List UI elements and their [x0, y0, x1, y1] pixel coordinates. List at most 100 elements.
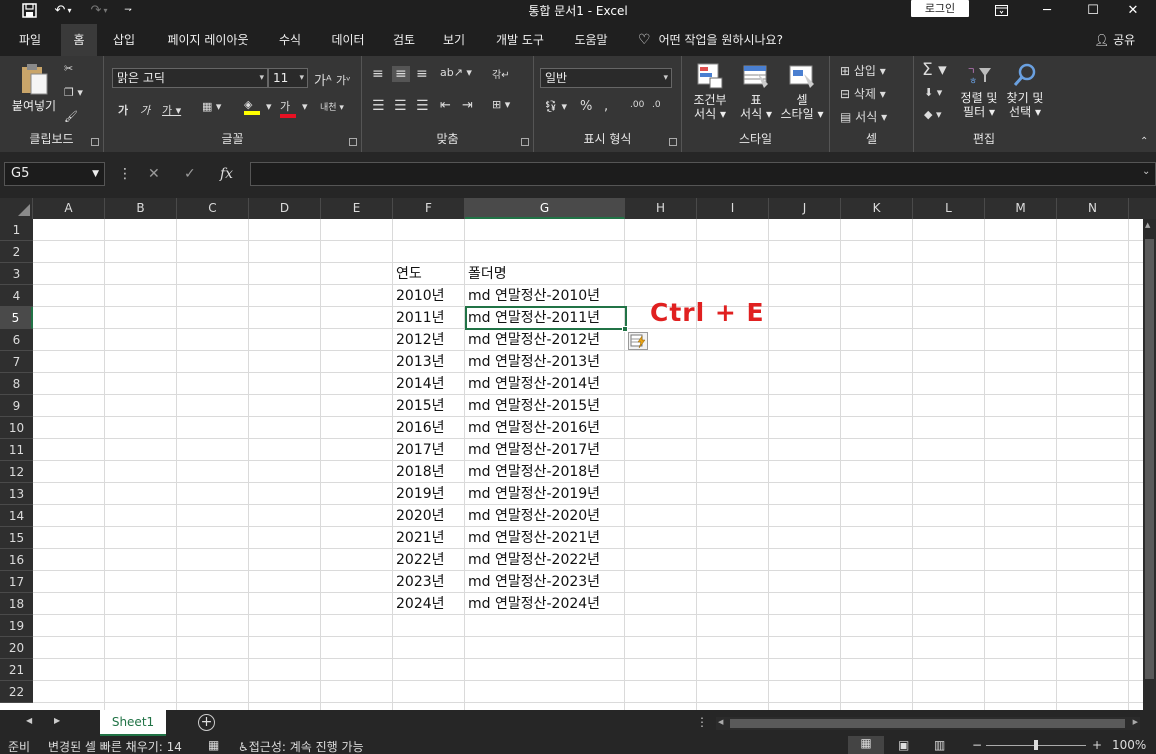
cell-g13[interactable]: md 연말정산-2019년 — [465, 483, 600, 505]
decrease-font-icon[interactable]: 가ᵛ — [336, 72, 351, 88]
row-header-17[interactable]: 17 — [0, 571, 33, 593]
cell-f15[interactable]: 2021년 — [393, 527, 445, 549]
zoom-out-icon[interactable]: − — [972, 738, 982, 752]
cell-f9[interactable]: 2015년 — [393, 395, 445, 417]
zoom-slider-thumb[interactable] — [1034, 740, 1038, 750]
minimize-button[interactable]: ─ — [1024, 0, 1070, 20]
underline-icon[interactable]: 가 ▾ — [162, 102, 181, 118]
row-header-3[interactable]: 3 — [0, 263, 33, 285]
border-icon[interactable]: ▦ ▾ — [202, 100, 221, 113]
row-header-6[interactable]: 6 — [0, 329, 33, 351]
currency-icon[interactable]: 💱︎ ▾ — [544, 100, 567, 113]
cell-g11[interactable]: md 연말정산-2017년 — [465, 439, 600, 461]
conditional-formatting-button[interactable]: 조건부 서식 ▾ — [686, 62, 734, 121]
column-header-g[interactable]: G — [465, 198, 625, 219]
row-header-2[interactable]: 2 — [0, 241, 33, 263]
row-header-21[interactable]: 21 — [0, 659, 33, 681]
increase-decimal-icon[interactable]: .00 — [630, 100, 644, 110]
formula-input[interactable] — [250, 162, 1156, 186]
page-layout-view-icon[interactable]: ▣ — [898, 738, 909, 752]
bold-icon[interactable]: 가 — [118, 102, 128, 118]
cell-f10[interactable]: 2016년 — [393, 417, 445, 439]
decrease-indent-icon[interactable]: ⇤ — [440, 98, 451, 113]
row-header-16[interactable]: 16 — [0, 549, 33, 571]
cell-g15[interactable]: md 연말정산-2021년 — [465, 527, 600, 549]
cell-g7[interactable]: md 연말정산-2013년 — [465, 351, 600, 373]
column-header-e[interactable]: E — [321, 198, 393, 219]
italic-icon[interactable]: 가 — [140, 102, 150, 118]
paste-button[interactable]: 붙여넣기 — [8, 62, 60, 113]
font-color-icon[interactable]: 가 — [280, 98, 296, 118]
row-header-4[interactable]: 4 — [0, 285, 33, 307]
fill-color-icon[interactable]: ◈ — [244, 98, 260, 115]
column-header-k[interactable]: K — [841, 198, 913, 219]
tab-developer[interactable]: 개발 도구 — [486, 24, 554, 56]
cell-g4[interactable]: md 연말정산-2010년 — [465, 285, 600, 307]
alignment-launcher-icon[interactable] — [521, 138, 529, 146]
prev-sheet-icon[interactable]: ◀ — [26, 716, 32, 725]
find-select-button[interactable]: 찾기 및 선택 ▾ — [1002, 62, 1048, 119]
align-middle-icon[interactable]: ≡ — [392, 66, 410, 82]
close-button[interactable]: ✕ — [1110, 0, 1156, 20]
column-header-i[interactable]: I — [697, 198, 769, 219]
column-header-m[interactable]: M — [985, 198, 1057, 219]
scroll-right-icon[interactable]: ▶ — [1133, 718, 1138, 726]
row-header-18[interactable]: 18 — [0, 593, 33, 615]
record-macro-icon[interactable]: ▦ — [208, 738, 219, 752]
cell-g12[interactable]: md 연말정산-2018년 — [465, 461, 600, 483]
cancel-entry-icon[interactable]: ✕ — [148, 166, 160, 182]
column-header-h[interactable]: H — [625, 198, 697, 219]
tab-help[interactable]: 도움말 — [564, 24, 618, 56]
cell-g9[interactable]: md 연말정산-2015년 — [465, 395, 600, 417]
column-header-n[interactable]: N — [1057, 198, 1129, 219]
tab-home[interactable]: 홈 — [61, 24, 97, 56]
zoom-in-icon[interactable]: + — [1092, 738, 1102, 752]
cell-g16[interactable]: md 연말정산-2022년 — [465, 549, 600, 571]
row-header-15[interactable]: 15 — [0, 527, 33, 549]
row-header-8[interactable]: 8 — [0, 373, 33, 395]
copy-icon[interactable]: ❐ ▾ — [64, 86, 83, 99]
cell-g6[interactable]: md 연말정산-2012년 — [465, 329, 600, 351]
increase-indent-icon[interactable]: ⇥ — [462, 98, 473, 113]
row-header-9[interactable]: 9 — [0, 395, 33, 417]
active-cell-selection[interactable] — [465, 306, 627, 330]
wrap-text-icon[interactable]: 갂↵ — [492, 66, 510, 81]
font-color-dropdown-icon[interactable]: ▾ — [302, 100, 308, 113]
tell-me-box[interactable]: ♡ 어떤 작업을 원하시나요? — [638, 24, 783, 56]
share-button[interactable]: 👤︎ 공유 — [1094, 24, 1135, 56]
cell-f3[interactable]: 연도 — [393, 263, 422, 285]
cell-g14[interactable]: md 연말정산-2020년 — [465, 505, 600, 527]
row-header-13[interactable]: 13 — [0, 483, 33, 505]
tab-split-handle-icon[interactable]: ⋮ — [696, 715, 708, 729]
cell-f5[interactable]: 2011년 — [393, 307, 445, 329]
cell-g8[interactable]: md 연말정산-2014년 — [465, 373, 600, 395]
font-name-select[interactable]: 맑은 고딕 ▾ — [112, 68, 268, 88]
cell-f6[interactable]: 2012년 — [393, 329, 445, 351]
cell-f13[interactable]: 2019년 — [393, 483, 445, 505]
cell-f12[interactable]: 2018년 — [393, 461, 445, 483]
tab-view[interactable]: 보기 — [434, 24, 474, 56]
add-sheet-button[interactable]: + — [198, 714, 215, 731]
align-center-icon[interactable]: ☰ — [394, 98, 407, 114]
normal-view-icon[interactable]: ▦ — [848, 736, 884, 754]
column-header-d[interactable]: D — [249, 198, 321, 219]
zoom-level[interactable]: 100% — [1112, 738, 1146, 752]
cell-f8[interactable]: 2014년 — [393, 373, 445, 395]
horizontal-scrollbar[interactable]: ◀ ▶ — [716, 717, 1140, 730]
phonetic-icon[interactable]: 내천 ▾ — [320, 100, 344, 113]
fill-color-dropdown-icon[interactable]: ▾ — [266, 100, 272, 113]
worksheet-grid[interactable]: ABCDEFGHIJKLMN 1 2 3 4 5 6 7 8 9 10 11 12 13 14 15 16 17… — [0, 198, 1156, 710]
tab-insert[interactable]: 삽입 — [104, 24, 144, 56]
cut-icon[interactable]: ✂ — [64, 62, 73, 75]
cell-f4[interactable]: 2010년 — [393, 285, 445, 307]
cell-g18[interactable]: md 연말정산-2024년 — [465, 593, 600, 615]
insert-function-icon[interactable]: fx — [220, 166, 233, 182]
tab-review[interactable]: 검토 — [384, 24, 424, 56]
row-header-7[interactable]: 7 — [0, 351, 33, 373]
row-header-10[interactable]: 10 — [0, 417, 33, 439]
align-right-icon[interactable]: ☰ — [416, 98, 429, 114]
sheet-tab-sheet1[interactable]: Sheet1 — [100, 710, 166, 736]
orientation-icon[interactable]: ab↗ ▾ — [440, 66, 472, 79]
column-header-a[interactable]: A — [33, 198, 105, 219]
cell-f14[interactable]: 2020년 — [393, 505, 445, 527]
